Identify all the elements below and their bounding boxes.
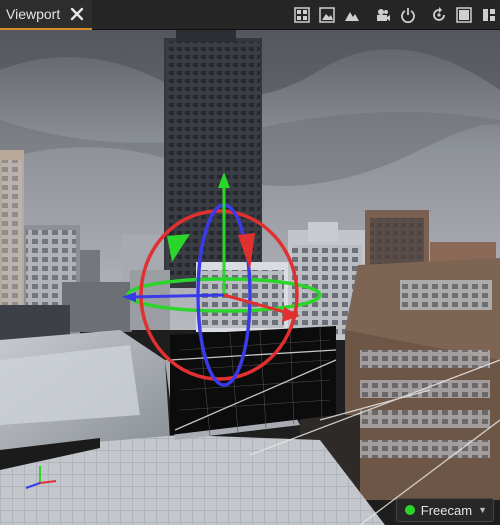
rotate-snap-icon	[433, 7, 445, 21]
panel-split-button[interactable]	[478, 4, 500, 26]
maximize-button[interactable]	[453, 4, 475, 26]
status-dot	[404, 505, 415, 515]
camera-button[interactable]	[372, 4, 394, 26]
camera-mode-label: Freecam	[420, 502, 473, 518]
power-button[interactable]	[397, 4, 419, 26]
viewport-canvas[interactable]: Freecam ▼	[0, 30, 500, 525]
close-icon[interactable]	[70, 7, 84, 21]
grid-layout-icon	[294, 7, 310, 23]
tab-viewport[interactable]: Viewport	[0, 0, 92, 30]
image-icon	[319, 7, 335, 23]
grid-layout-button[interactable]	[291, 4, 313, 26]
power-icon	[401, 8, 415, 23]
panel-split-icon	[483, 9, 495, 21]
terrain-icon	[345, 12, 359, 21]
maximize-icon	[456, 7, 472, 23]
camera-icon	[377, 9, 390, 21]
camera-mode-dropdown[interactable]: Freecam ▼	[395, 498, 494, 522]
terrain-button[interactable]	[341, 4, 363, 26]
tab-label: Viewport	[6, 6, 61, 22]
chevron-down-icon: ▼	[478, 505, 487, 515]
viewport-panel: Viewport Freecam ▼	[0, 0, 500, 525]
panel-titlebar: Viewport	[0, 0, 500, 30]
rotate-snap-button[interactable]	[428, 4, 450, 26]
image-button[interactable]	[316, 4, 338, 26]
viewport-toolbar	[288, 0, 500, 30]
scene-render	[0, 30, 500, 525]
